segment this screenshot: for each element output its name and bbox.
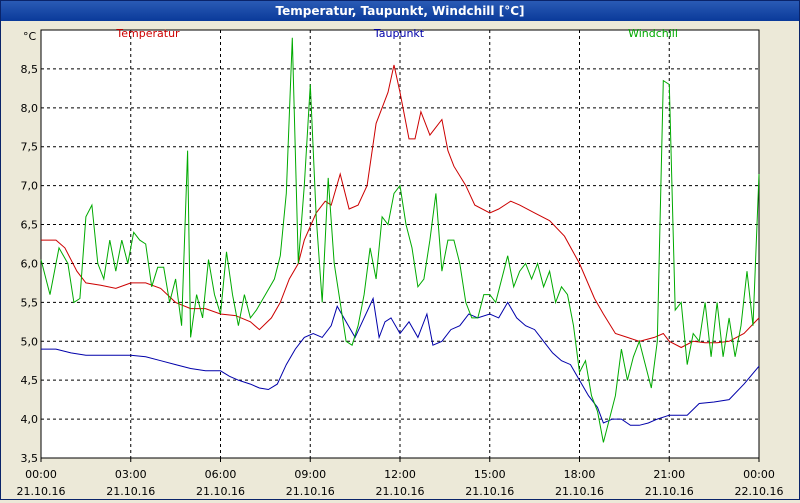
y-tick-label: 4,5 <box>21 374 39 387</box>
x-tick-time: 18:00 <box>564 468 596 481</box>
x-tick-time: 09:00 <box>294 468 326 481</box>
chart-window: Temperatur, Taupunkt, Windchill [°C] 3,5… <box>0 0 800 500</box>
y-tick-label: 7,0 <box>21 180 39 193</box>
y-tick-label: 4,0 <box>21 413 39 426</box>
legend-temperatur: Temperatur <box>115 27 180 40</box>
line-chart: 3,5 4,0 4,5 5,0 5,5 6,0 6,5 7,0 7,5 8,0 8,5 °C 00:00… <box>17 27 784 498</box>
legend-windchill: Windchill <box>628 27 678 40</box>
y-tick-label: 8,5 <box>21 63 39 76</box>
x-tick-date: 22.10.16 <box>735 485 784 498</box>
x-tick-time: 03:00 <box>115 468 147 481</box>
x-tick-time: 21:00 <box>653 468 685 481</box>
y-tick-label: 7,5 <box>21 141 39 154</box>
y-axis-label: °C <box>23 30 37 43</box>
x-tick-date: 21.10.16 <box>17 485 66 498</box>
x-tick-date: 21.10.16 <box>645 485 694 498</box>
x-tick-time: 00:00 <box>25 468 57 481</box>
legend-taupunkt: Taupunkt <box>373 27 425 40</box>
y-tick-label: 6,5 <box>21 219 39 232</box>
x-tick-time: 00:00 <box>743 468 775 481</box>
window-title: Temperatur, Taupunkt, Windchill [°C] <box>1 1 799 21</box>
x-tick-date: 21.10.16 <box>106 485 155 498</box>
y-tick-label: 6,0 <box>21 257 39 270</box>
x-tick-time: 06:00 <box>205 468 237 481</box>
y-tick-label: 5,0 <box>21 335 39 348</box>
x-tick-time: 12:00 <box>384 468 416 481</box>
y-tick-label: 3,5 <box>21 452 39 465</box>
x-tick-date: 21.10.16 <box>196 485 245 498</box>
x-tick-date: 21.10.16 <box>286 485 335 498</box>
y-tick-label: 5,5 <box>21 296 39 309</box>
x-tick-time: 15:00 <box>474 468 506 481</box>
chart-area: 3,5 4,0 4,5 5,0 5,5 6,0 6,5 7,0 7,5 8,0 8,5 °C 00:00… <box>1 22 799 499</box>
x-tick-date: 21.10.16 <box>465 485 514 498</box>
y-tick-label: 8,0 <box>21 102 39 115</box>
x-tick-date: 21.10.16 <box>376 485 425 498</box>
x-tick-date: 21.10.16 <box>555 485 604 498</box>
